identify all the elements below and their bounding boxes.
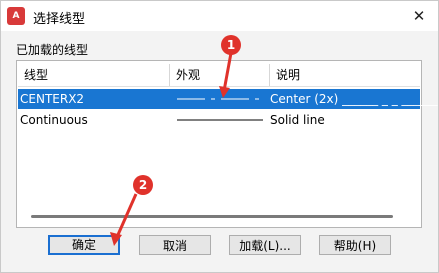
annotation-arrows <box>110 52 233 246</box>
annotation-badge-1: 1 <box>221 35 241 55</box>
annotation-badge-2: 2 <box>133 175 153 195</box>
